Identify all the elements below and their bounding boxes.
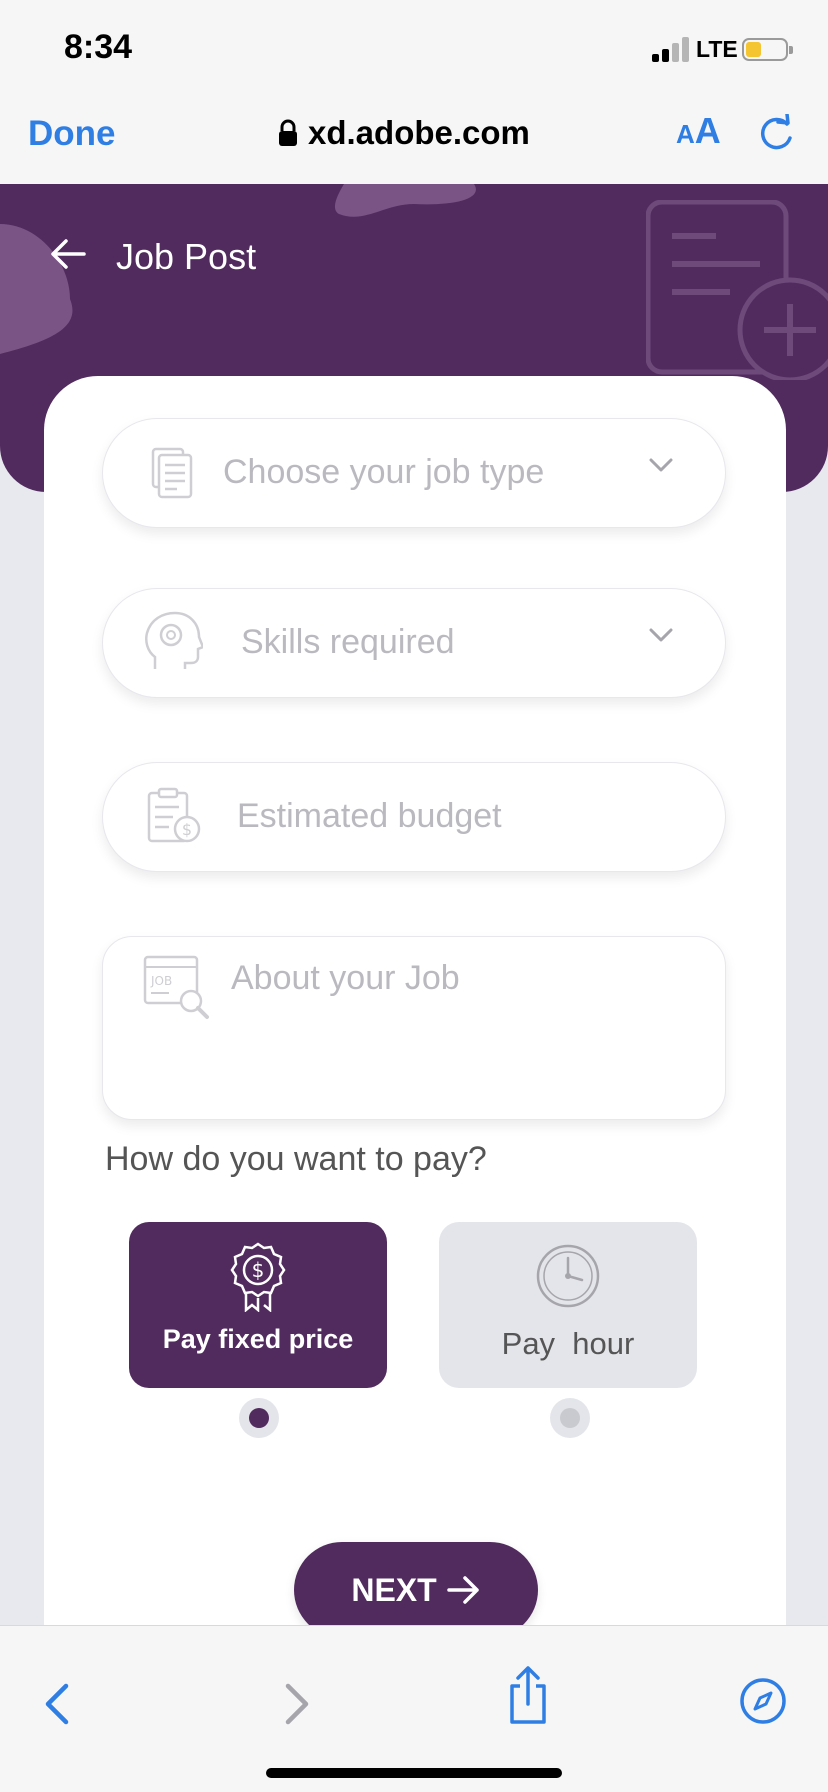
chevron-down-icon <box>649 458 673 472</box>
job-type-placeholder: Choose your job type <box>223 453 545 491</box>
pay-fixed-radio[interactable] <box>239 1398 279 1438</box>
status-bar: 8:34 LTE <box>0 0 828 96</box>
pay-hour-option[interactable]: Pay hour <box>439 1222 697 1388</box>
back-icon[interactable] <box>34 1678 82 1730</box>
pay-fixed-option[interactable]: $ Pay fixed price <box>129 1222 387 1388</box>
next-label: NEXT <box>351 1571 437 1608</box>
browser-toolbar <box>0 1625 828 1792</box>
reload-icon[interactable] <box>756 114 796 154</box>
lock-icon <box>279 119 297 146</box>
forward-icon[interactable] <box>272 1678 320 1730</box>
text-size-large: A <box>694 110 721 151</box>
head-gear-icon <box>145 611 203 669</box>
clock-icon <box>536 1244 600 1308</box>
budget-input[interactable]: $ Estimated budget <box>102 762 726 872</box>
job-search-icon: JOB <box>143 955 209 1019</box>
status-time: 8:34 <box>64 28 133 66</box>
text-size-button[interactable]: AA <box>676 110 721 152</box>
home-indicator <box>266 1768 562 1778</box>
svg-text:$: $ <box>252 1258 265 1282</box>
svg-text:$: $ <box>182 820 192 839</box>
page-title: Job Post <box>116 236 257 277</box>
text-size-small: A <box>676 119 695 149</box>
pay-fixed-label: Pay fixed price <box>162 1324 354 1354</box>
job-type-select[interactable]: Choose your job type <box>102 418 726 528</box>
compass-icon[interactable] <box>738 1676 788 1726</box>
signal-strength-icon <box>652 36 690 62</box>
back-arrow-icon[interactable] <box>50 238 86 270</box>
pay-hour-radio[interactable] <box>550 1398 590 1438</box>
about-placeholder: About your Job <box>231 959 460 997</box>
skills-select[interactable]: Skills required <box>102 588 726 698</box>
chevron-down-icon <box>649 628 673 642</box>
done-button[interactable]: Done <box>28 114 116 154</box>
svg-text:JOB: JOB <box>150 974 172 988</box>
document-icon <box>151 447 193 499</box>
url-field[interactable]: xd.adobe.com <box>278 114 530 152</box>
skills-placeholder: Skills required <box>241 623 455 661</box>
clipboard-dollar-icon: $ <box>147 787 201 843</box>
pay-hour-label: Pay hour <box>501 1326 635 1361</box>
network-type: LTE <box>696 36 738 62</box>
decorative-blob-top <box>334 184 476 217</box>
budget-placeholder: Estimated budget <box>237 797 502 835</box>
share-icon[interactable] <box>504 1664 552 1726</box>
browser-address-bar: Done xd.adobe.com AA <box>0 96 828 184</box>
url-text: xd.adobe.com <box>308 114 530 151</box>
about-job-textarea[interactable]: JOB About your Job <box>102 936 726 1120</box>
arrow-right-icon <box>446 1576 479 1604</box>
battery-icon <box>742 38 793 61</box>
next-button[interactable]: NEXT <box>294 1542 538 1638</box>
dollar-badge-icon: $ <box>230 1242 286 1312</box>
payment-question: How do you want to pay? <box>105 1140 487 1178</box>
document-add-decoration-icon <box>646 200 828 380</box>
